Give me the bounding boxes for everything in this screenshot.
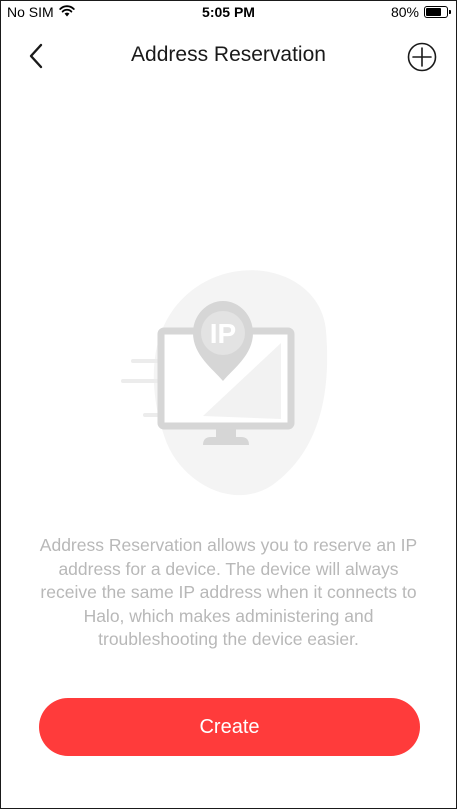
battery-level-fill xyxy=(426,8,441,16)
status-time: 5:05 PM xyxy=(202,4,255,20)
status-battery-group: 80% xyxy=(390,4,451,20)
battery-icon xyxy=(424,6,451,18)
description-text: Address Reservation allows you to reserv… xyxy=(39,535,418,649)
ip-monitor-illustration: IP xyxy=(121,251,341,501)
monitor-base xyxy=(203,437,249,445)
status-bar: No SIM 5:05 PM 80% xyxy=(1,1,456,23)
app-screen: No SIM 5:05 PM 80% Address Reservation I… xyxy=(0,0,457,809)
page-title: Address Reservation xyxy=(131,43,326,66)
create-button[interactable]: Create xyxy=(39,698,420,756)
battery-percent: 80% xyxy=(390,4,419,20)
plus-circle-icon xyxy=(407,42,437,72)
back-button[interactable] xyxy=(21,41,51,71)
chevron-left-icon xyxy=(29,43,43,69)
add-reservation-button[interactable] xyxy=(406,41,438,73)
ip-label: IP xyxy=(210,318,236,349)
navigation-bar: Address Reservation xyxy=(1,31,456,81)
monitor-neck xyxy=(216,429,236,437)
